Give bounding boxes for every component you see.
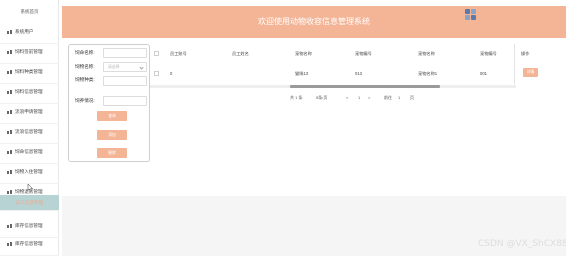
chevron-down-icon xyxy=(139,65,144,70)
table-cell: 001 xyxy=(480,71,487,76)
column-header: 员工账号 xyxy=(170,51,187,56)
table-row: 0 猫咪13 013 宠物名称1 001 xyxy=(150,69,566,79)
menu-icon xyxy=(7,189,12,195)
table-cell: 宠物名称1 xyxy=(418,71,438,76)
table-cell: 013 xyxy=(355,71,362,76)
header-bar: 欢迎使用动物收容信息管理系统 xyxy=(62,6,566,38)
prev-page-button[interactable]: < xyxy=(346,95,348,100)
detail-button[interactable]: 详情 xyxy=(523,68,538,77)
sidebar-item-label: 员工信息管理 xyxy=(15,199,44,205)
field-label: 饲命名称: xyxy=(75,50,95,55)
mouse-cursor-icon xyxy=(27,184,33,192)
menu-icon xyxy=(7,149,12,155)
menu-icon xyxy=(7,109,12,115)
sidebar: 系统首页 系统用户 饲料签前管理 饲料种类管理 饲料信息管理 流浪申请管理 流浪… xyxy=(0,0,59,256)
column-header: 员工姓名 xyxy=(232,51,249,56)
table-header: 员工账号 员工姓名 宠物名称 宠物编号 宠物名称 宠物编号 操作 xyxy=(150,49,566,59)
delete-button[interactable]: 删除 xyxy=(97,148,127,158)
menu-icon xyxy=(7,29,12,35)
goto-unit: 页 xyxy=(410,95,414,100)
watermark-text: CSDN @VX_ShCX8820 xyxy=(478,239,566,249)
menu-icon xyxy=(7,69,12,75)
sidebar-home-link[interactable]: 系统首页 xyxy=(0,9,59,15)
name-select[interactable]: 请选择 xyxy=(103,62,147,72)
page-size-select[interactable]: 5条/页 xyxy=(316,95,327,101)
sidebar-item-label: 饲料签前管理 xyxy=(15,49,43,54)
sidebar-item-label: 流浪申请管理 xyxy=(15,109,43,114)
search-button[interactable]: 查询 xyxy=(97,111,127,121)
select-placeholder: 请选择 xyxy=(108,64,120,69)
column-header: 宠物编号 xyxy=(480,51,497,56)
goto-label: 前往 xyxy=(384,95,392,100)
page-number[interactable]: 1 xyxy=(358,95,360,100)
sidebar-item-label: 库存信息管理 xyxy=(15,241,43,246)
next-page-button[interactable]: > xyxy=(368,95,370,100)
column-header: 操作 xyxy=(521,51,530,56)
select-all-checkbox[interactable] xyxy=(154,51,159,56)
menu-icon xyxy=(7,169,12,175)
sidebar-item-label: 饲命信息管理 xyxy=(15,149,43,154)
sidebar-item-label: 库存信息管理 xyxy=(15,223,43,228)
column-header: 宠物编号 xyxy=(355,51,372,56)
sidebar-item-label: 流浪信息管理 xyxy=(15,129,43,134)
scrollbar-thumb[interactable] xyxy=(290,85,440,88)
sidebar-item-label: 饲料种类管理 xyxy=(15,69,43,74)
menu-icon xyxy=(7,129,12,135)
menu-icon xyxy=(7,89,12,95)
logo-icon xyxy=(465,9,476,20)
sidebar-item-label: 饲料信息管理 xyxy=(15,89,43,94)
field-label: 饲物种类: xyxy=(75,77,95,82)
row-checkbox[interactable] xyxy=(154,71,159,76)
sidebar-item-employee-active[interactable]: 员工信息管理 xyxy=(0,195,59,211)
sidebar-item-label: 饲物入住管理 xyxy=(15,169,43,174)
code-input[interactable] xyxy=(103,48,147,58)
goto-page-input[interactable]: 1 xyxy=(398,95,400,100)
type-input[interactable] xyxy=(103,76,147,86)
search-panel: 饲命名称: 饲物名称: 请选择 饲物种类: 饲养情况: 查询 添加 删除 xyxy=(68,44,150,162)
status-input[interactable] xyxy=(103,96,147,106)
add-button[interactable]: 添加 xyxy=(97,130,127,140)
table-cell: 猫咪13 xyxy=(295,71,309,76)
column-header: 宠物名称 xyxy=(418,51,435,56)
page-title: 欢迎使用动物收容信息管理系统 xyxy=(258,17,370,26)
sidebar-item-11[interactable]: 库存信息管理 xyxy=(0,233,59,256)
menu-icon xyxy=(7,223,12,229)
table-cell: 0 xyxy=(170,71,173,76)
horizontal-scrollbar[interactable] xyxy=(150,85,516,88)
pagination-total: 共 1 条 xyxy=(290,95,303,100)
field-label: 饲养情况: xyxy=(75,98,95,103)
sidebar-item-label: 系统用户 xyxy=(15,29,34,34)
menu-icon xyxy=(7,241,12,247)
menu-icon xyxy=(7,49,12,55)
column-header: 宠物名称 xyxy=(295,51,312,56)
field-label: 饲物名称: xyxy=(75,64,95,69)
